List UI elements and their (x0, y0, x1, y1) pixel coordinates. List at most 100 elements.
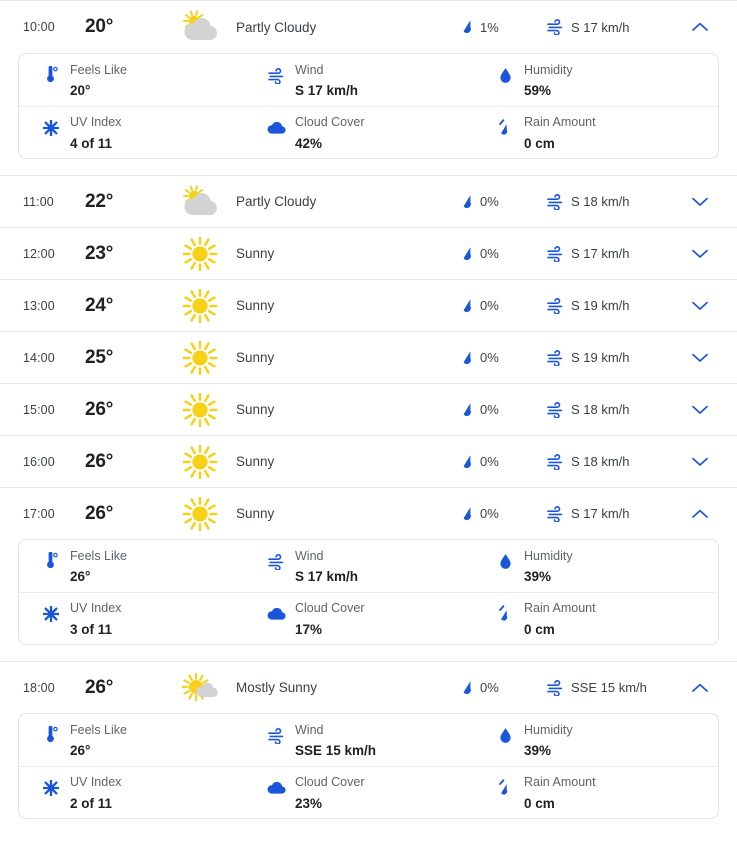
chevron-down-icon[interactable] (677, 197, 723, 207)
hour-time: 17:00 (23, 506, 55, 521)
cloud-icon (264, 113, 288, 143)
chevron-up-icon[interactable] (677, 683, 723, 693)
detail-row-bottom: UV Index 2 of 11 Cloud Cover 23% Rain Am… (19, 766, 718, 818)
chevron-down-icon[interactable] (677, 249, 723, 259)
detail-label: Cloud Cover (295, 601, 365, 616)
hour-precipitation: 0% (459, 194, 545, 210)
sunny-icon (177, 494, 223, 534)
hour-precipitation: 0% (459, 298, 545, 314)
hour-row[interactable]: 17:00 26° Sunny 0% S 17 km/h (0, 487, 737, 539)
hour-row[interactable]: 18:00 26° Mostly Sunny 0% SSE 15 km/h (0, 661, 737, 713)
chevron-up-icon[interactable] (677, 22, 723, 32)
wind-icon (264, 61, 288, 91)
humidity-drop-icon (493, 547, 517, 577)
detail-wind: Wind S 17 km/h (252, 545, 485, 587)
hour-row[interactable]: 12:00 23° Sunny 0% S 17 km/h (0, 227, 737, 279)
hour-row[interactable]: 13:00 24° Sunny 0% S 19 km/h (0, 279, 737, 331)
hour-condition: Sunny (177, 442, 459, 482)
detail-label: Rain Amount (524, 775, 596, 790)
hour-temperature: 26° (85, 450, 114, 472)
hour-precipitation: 0% (459, 506, 545, 522)
detail-label: Feels Like (70, 62, 127, 77)
detail-label: UV Index (70, 601, 122, 616)
detail-feels-like: Feels Like 26° (19, 545, 252, 587)
hour-precipitation: 1% (459, 19, 545, 35)
detail-value: 39% (524, 743, 552, 758)
thermometer-icon (39, 547, 63, 577)
detail-value: 3 of 11 (70, 621, 113, 637)
wind-icon (545, 19, 565, 35)
hour-row[interactable]: 16:00 26° Sunny 0% S 18 km/h (0, 435, 737, 487)
hour-wind-value: SSE 15 km/h (571, 680, 647, 695)
detail-uv-index: UV Index 3 of 11 (19, 597, 252, 639)
hour-row[interactable]: 10:00 20° Partly Cloudy 1% S 17 km/h (0, 1, 737, 53)
detail-value: 39% (524, 569, 552, 584)
precipitation-drop-icon (459, 506, 475, 522)
hour-temperature: 22° (85, 190, 114, 212)
hour-precipitation-value: 0% (480, 680, 499, 695)
hour-precipitation-value: 0% (480, 402, 499, 417)
hour-condition: Partly Cloudy (177, 182, 459, 222)
hour-wind: S 19 km/h (545, 297, 677, 314)
detail-row-top: Feels Like 20° Wind S 17 km/h Humidity 5… (19, 54, 718, 106)
hour-row[interactable]: 11:00 22° Partly Cloudy 0% S 18 km/h (0, 175, 737, 227)
rain-drop-icon (493, 599, 517, 629)
chevron-down-icon[interactable] (677, 405, 723, 415)
detail-rain-amount: Rain Amount 0 cm (485, 771, 718, 813)
detail-feels-like: Feels Like 26° (19, 719, 252, 761)
hour-time: 16:00 (23, 454, 55, 469)
detail-humidity: Humidity 39% (485, 545, 718, 587)
chevron-down-icon[interactable] (677, 457, 723, 467)
hour-precipitation-value: 0% (480, 194, 499, 209)
hour-wind: S 19 km/h (545, 349, 677, 366)
hour-condition-label: Sunny (236, 402, 275, 417)
chevron-down-icon[interactable] (677, 353, 723, 363)
hour-condition: Sunny (177, 338, 459, 378)
hour-temperature: 25° (85, 346, 114, 368)
hour-wind-value: S 18 km/h (571, 194, 630, 209)
hour-time: 13:00 (23, 298, 55, 313)
hour-condition: Mostly Sunny (177, 668, 459, 708)
detail-value: 59% (524, 83, 552, 98)
hour-wind: S 18 km/h (545, 401, 677, 418)
hour-wind: S 18 km/h (545, 453, 677, 470)
uv-sun-icon (39, 599, 63, 629)
chevron-down-icon[interactable] (677, 301, 723, 311)
rain-drop-icon (493, 773, 517, 803)
chevron-up-icon[interactable] (677, 509, 723, 519)
detail-row-bottom: UV Index 3 of 11 Cloud Cover 17% Rain Am… (19, 592, 718, 644)
hour-time: 11:00 (23, 194, 54, 209)
hourly-forecast-list: 10:00 20° Partly Cloudy 1% S 17 km/h Fee… (0, 0, 737, 835)
detail-wind: Wind S 17 km/h (252, 59, 485, 101)
hour-detail-panel: Feels Like 20° Wind S 17 km/h Humidity 5… (0, 53, 737, 175)
detail-row-bottom: UV Index 4 of 11 Cloud Cover 42% Rain Am… (19, 106, 718, 158)
sunny-icon (177, 286, 223, 326)
detail-value: 26° (70, 743, 91, 758)
hour-precipitation-value: 0% (480, 350, 499, 365)
hour-row[interactable]: 15:00 26° Sunny 0% S 18 km/h (0, 383, 737, 435)
wind-icon (264, 721, 288, 751)
hour-time: 14:00 (23, 350, 55, 365)
detail-value: S 17 km/h (295, 569, 359, 584)
hour-time: 15:00 (23, 402, 55, 417)
partly-cloudy-icon (177, 7, 223, 47)
detail-card: Feels Like 20° Wind S 17 km/h Humidity 5… (18, 53, 719, 159)
hour-row[interactable]: 14:00 25° Sunny 0% S 19 km/h (0, 331, 737, 383)
hour-wind-value: S 17 km/h (571, 19, 630, 35)
hour-time: 10:00 (23, 20, 55, 34)
detail-label: Rain Amount (524, 601, 596, 616)
hour-condition-label: Sunny (236, 350, 275, 365)
humidity-drop-icon (493, 721, 517, 751)
hour-wind: SSE 15 km/h (545, 679, 677, 696)
detail-wind: Wind SSE 15 km/h (252, 719, 485, 761)
detail-label: Feels Like (70, 548, 127, 563)
hour-wind-value: S 18 km/h (571, 402, 630, 417)
sunny-icon (177, 338, 223, 378)
detail-value: SSE 15 km/h (295, 743, 377, 758)
detail-label: Wind (295, 722, 324, 737)
detail-label: Cloud Cover (295, 775, 365, 790)
hour-precipitation-value: 0% (480, 298, 499, 313)
uv-sun-icon (39, 773, 63, 803)
hour-precipitation-value: 0% (480, 454, 499, 469)
detail-value: 42% (295, 135, 323, 151)
